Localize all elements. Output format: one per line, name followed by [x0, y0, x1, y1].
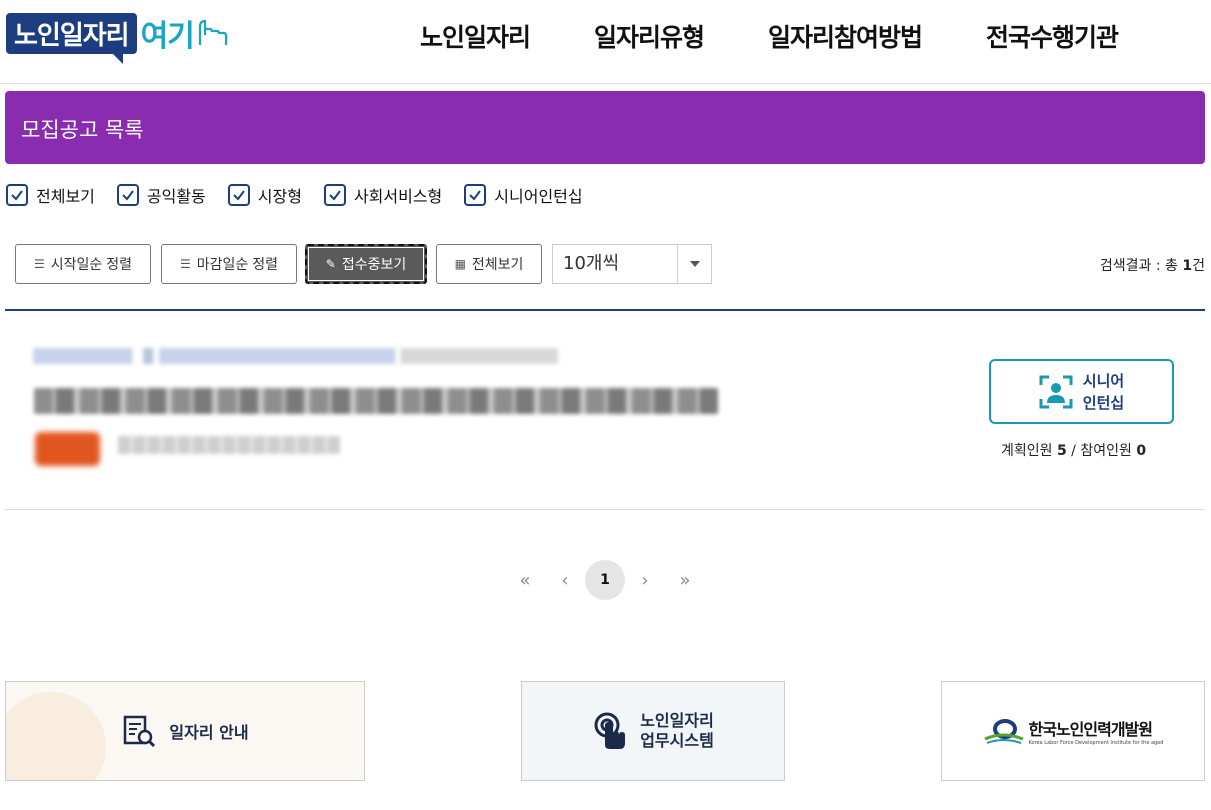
grid-icon: ▦ [454, 257, 466, 271]
list-icon: ☰ [34, 257, 45, 271]
joined-value: 0 [1136, 443, 1147, 459]
search-result-count: 검색결과 : 총 1건 [1100, 255, 1205, 275]
chevron-down-icon[interactable] [677, 245, 711, 283]
last-page-icon[interactable]: » [665, 560, 705, 600]
button-label: 접수중보기 [341, 256, 407, 272]
logo-sub-text: 여기 [140, 19, 195, 54]
button-label: 마감일순 정렬 [196, 256, 278, 272]
result-suffix: 건 [1192, 258, 1205, 274]
work-system-line2: 업무시스템 [640, 731, 714, 750]
kordi-logo: 한국노인인력개발원 Korea Labor Force Development … [983, 716, 1164, 746]
kordi-name-ko: 한국노인인력개발원 [1028, 720, 1153, 739]
filter-checkboxes: 전체보기 공익활동 시장형 사회서비스형 시니어인턴십 [6, 183, 605, 207]
redacted-status-badge [35, 432, 100, 466]
list-toolbar: ☰ 시작일순 정렬 ☰ 마감일순 정렬 ✎ 접수중보기 ▦ 전체보기 10개씩 … [15, 244, 1205, 284]
decorative-face-illustration [6, 692, 106, 780]
work-system-link[interactable]: 노인일자리 업무시스템 [521, 681, 785, 781]
main-nav: 노인일자리 일자리유형 일자리참여방법 전국수행기관 [420, 18, 1119, 54]
page-title-bar: 모집공고 목록 [5, 91, 1205, 164]
result-prefix: 검색결과 : 총 [1099, 258, 1183, 274]
button-label: 전체보기 [471, 256, 524, 272]
filter-social-service[interactable]: 사회서비스형 [323, 183, 443, 207]
filter-public-activity[interactable]: 공익활동 [116, 183, 206, 207]
site-logo[interactable]: 노인일자리 여기 [6, 10, 240, 64]
sort-by-start-button[interactable]: ☰ 시작일순 정렬 [15, 244, 151, 284]
kordi-name: 한국노인인력개발원 Korea Labor Force Development … [1029, 716, 1164, 746]
site-header: 노인일자리 여기 노인일자리 일자리유형 일자리참여방법 전국수행기관 [0, 0, 1211, 84]
prev-page-icon[interactable]: ‹ [545, 560, 585, 600]
filter-market-type[interactable]: 시장형 [227, 183, 302, 207]
planned-value: 5 [1056, 443, 1067, 459]
nav-item-job-types[interactable]: 일자리유형 [594, 18, 705, 54]
filter-all[interactable]: 전체보기 [6, 183, 95, 207]
pagination: « ‹ 1 › » [505, 560, 705, 600]
separator: / [1066, 443, 1081, 459]
joined-label: 참여인원 [1080, 443, 1137, 459]
list-icon: ☰ [180, 257, 191, 271]
work-system-line1: 노인일자리 [640, 711, 714, 730]
job-type-label: 시니어 인턴십 [1083, 370, 1124, 414]
filter-label: 시니어인턴십 [494, 187, 583, 206]
list-bottom-divider [5, 509, 1205, 510]
first-page-icon[interactable]: « [505, 560, 545, 600]
headcount-info: 계획인원 5 / 참여인원 0 [1001, 440, 1146, 460]
person-scan-icon [1039, 375, 1073, 408]
filter-label: 사회서비스형 [353, 187, 443, 206]
sort-by-deadline-button[interactable]: ☰ 마감일순 정렬 [161, 244, 297, 284]
pointing-hand-icon [198, 19, 227, 45]
nav-item-agencies[interactable]: 전국수행기관 [986, 18, 1119, 54]
job-guide-label: 일자리 안내 [169, 723, 249, 742]
checkbox-checked-icon[interactable] [464, 184, 487, 206]
page-title: 모집공고 목록 [21, 118, 144, 142]
touch-hand-icon [594, 712, 626, 749]
result-number: 1 [1182, 258, 1193, 274]
nav-item-senior-jobs[interactable]: 노인일자리 [420, 18, 531, 54]
filter-senior-internship[interactable]: 시니어인턴십 [464, 183, 583, 207]
work-system-label: 노인일자리 업무시스템 [640, 711, 714, 751]
filter-label: 공익활동 [146, 187, 206, 206]
page-size-value: 10개씩 [563, 253, 620, 274]
document-search-icon [124, 715, 156, 748]
checkbox-checked-icon[interactable] [323, 184, 346, 206]
nav-item-how-to-join[interactable]: 일자리참여방법 [768, 18, 923, 54]
page-size-select[interactable]: 10개씩 [552, 244, 712, 284]
page-number-current[interactable]: 1 [585, 560, 625, 600]
planned-label: 계획인원 [1001, 443, 1057, 459]
button-label: 시작일순 정렬 [50, 256, 132, 272]
job-type-senior-internship: 시니어 인턴십 [989, 359, 1174, 424]
next-page-icon[interactable]: › [625, 560, 665, 600]
pencil-icon: ✎ [325, 257, 336, 271]
kordi-logo-link[interactable]: 한국노인인력개발원 Korea Labor Force Development … [941, 681, 1205, 781]
filter-label: 전체보기 [36, 187, 95, 206]
filter-label: 시장형 [257, 187, 302, 206]
kordi-name-en: Korea Labor Force Development Institute … [1028, 740, 1164, 746]
job-guide-link[interactable]: 일자리 안내 [5, 681, 365, 781]
open-only-button[interactable]: ✎ 접수중보기 [305, 244, 427, 284]
job-type-line1: 시니어 [1082, 371, 1125, 390]
view-all-button[interactable]: ▦ 전체보기 [436, 244, 542, 284]
list-top-divider [5, 309, 1205, 311]
kordi-emblem-icon [983, 719, 1024, 744]
redacted-meta-text [33, 348, 558, 364]
checkbox-checked-icon[interactable] [227, 184, 250, 206]
logo-main-text: 노인일자리 [6, 12, 137, 64]
checkbox-checked-icon[interactable] [6, 184, 28, 206]
redacted-date-range [118, 436, 340, 454]
job-type-line2: 인턴십 [1082, 393, 1125, 412]
checkbox-checked-icon[interactable] [116, 184, 139, 206]
redacted-title-text[interactable] [34, 388, 718, 414]
